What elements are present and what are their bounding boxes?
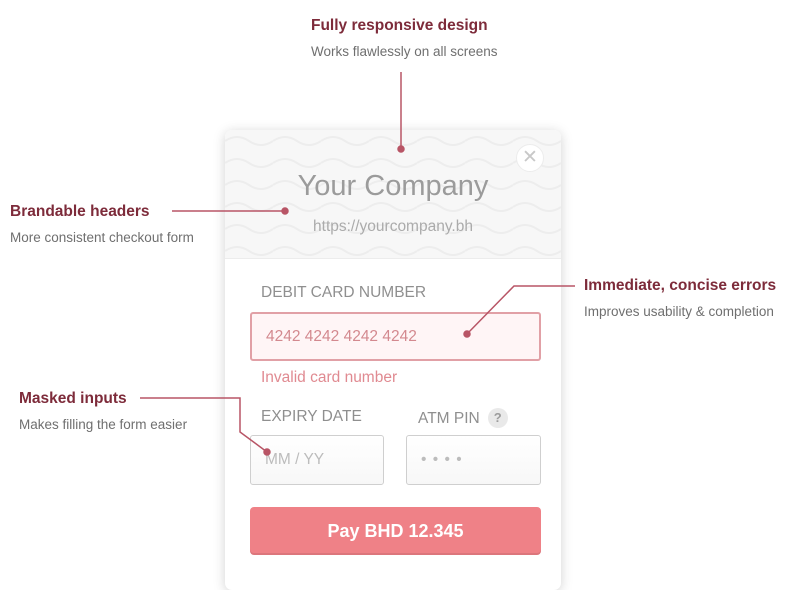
pin-label: ATM PIN xyxy=(418,410,480,427)
pin-input[interactable]: • • • • xyxy=(406,435,541,485)
help-icon[interactable]: ? xyxy=(487,408,508,428)
pay-button[interactable]: Pay BHD 12.345 xyxy=(250,507,541,555)
callout-subtitle: Works flawlessly on all screens xyxy=(311,44,498,59)
callout-brandable-headers: Brandable headers More consistent checko… xyxy=(10,203,194,245)
pin-label-row: ATM PIN? xyxy=(418,408,508,428)
card-number-label: DEBIT CARD NUMBER xyxy=(261,284,427,301)
close-icon[interactable]: ✕ xyxy=(516,144,544,172)
expiry-label: EXPIRY DATE xyxy=(261,408,362,425)
callout-masked-inputs: Masked inputs Makes filling the form eas… xyxy=(19,390,187,432)
callout-title: Brandable headers xyxy=(10,203,150,220)
checkout-card: Your Company https://yourcompany.bh ✕ DE… xyxy=(225,130,561,590)
expiry-placeholder: MM / YY xyxy=(265,451,325,468)
callout-subtitle: Makes filling the form easier xyxy=(19,417,188,432)
callout-subtitle: More consistent checkout form xyxy=(10,230,194,245)
card-number-error: Invalid card number xyxy=(261,369,398,386)
pin-placeholder: • • • • xyxy=(421,451,463,468)
callout-title: Fully responsive design xyxy=(311,17,488,34)
callout-errors: Immediate, concise errors Improves usabi… xyxy=(584,277,776,319)
callout-subtitle: Improves usability & completion xyxy=(584,304,774,319)
brand-header: Your Company https://yourcompany.bh ✕ xyxy=(225,130,561,259)
card-number-input[interactable]: 4242 4242 4242 4242 xyxy=(250,312,541,361)
company-name: Your Company xyxy=(297,170,489,202)
callout-title: Masked inputs xyxy=(19,390,127,407)
card-number-value: 4242 4242 4242 4242 xyxy=(266,327,417,345)
expiry-input[interactable]: MM / YY xyxy=(250,435,384,485)
callout-title: Immediate, concise errors xyxy=(584,277,777,294)
callout-responsive: Fully responsive design Works flawlessly… xyxy=(311,17,498,59)
company-url: https://yourcompany.bh xyxy=(313,218,473,235)
